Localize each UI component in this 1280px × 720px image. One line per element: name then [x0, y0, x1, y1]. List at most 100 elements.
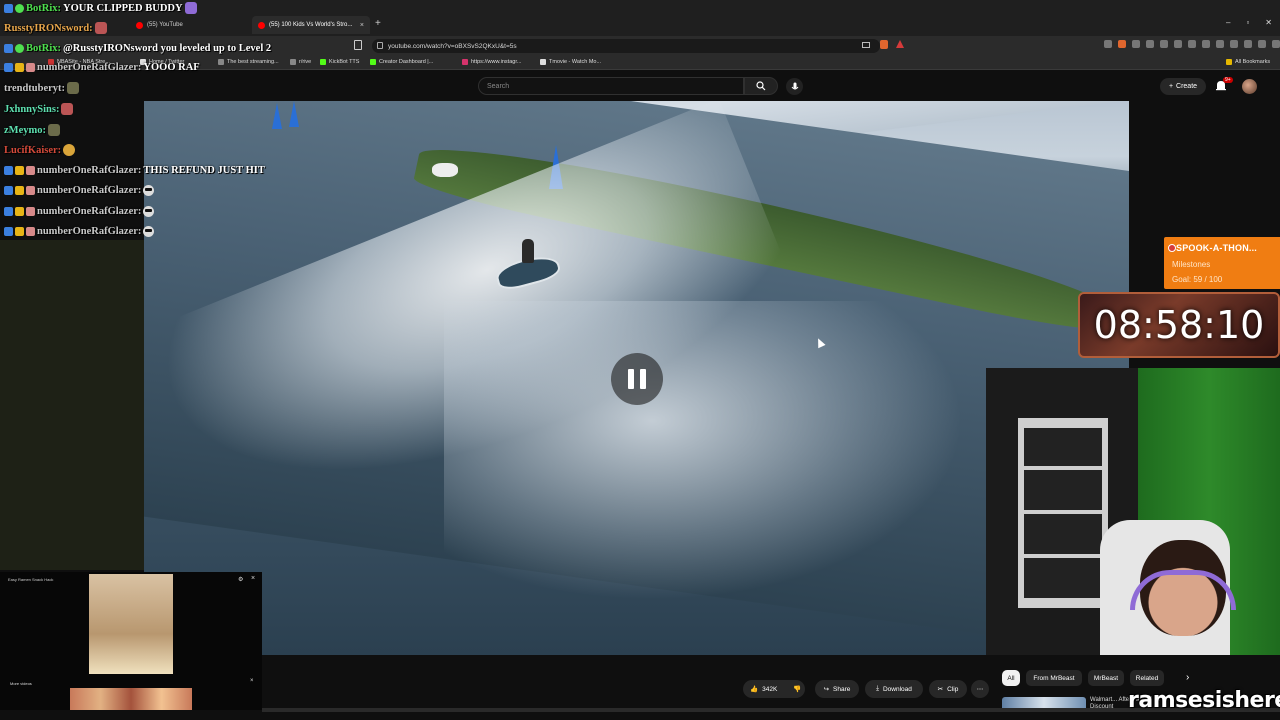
mini-player-close-icon[interactable]: × [251, 575, 255, 582]
extension-icon[interactable] [1188, 40, 1196, 48]
notification-count-badge: 9+ [1223, 77, 1233, 83]
boat [432, 163, 458, 177]
user-avatar-icon [26, 166, 35, 175]
mini-player-settings-icon[interactable]: ⚙ [238, 576, 243, 583]
rewards-icon[interactable] [896, 40, 904, 48]
maximize-icon[interactable]: ▫ [1246, 18, 1249, 27]
pause-button[interactable] [611, 353, 663, 405]
extension-icon[interactable] [1216, 40, 1224, 48]
extension-icon[interactable] [1104, 40, 1112, 48]
minimize-icon[interactable]: – [1226, 18, 1230, 27]
close-window-icon[interactable]: ✕ [1265, 18, 1272, 27]
extension-icon[interactable] [1132, 40, 1140, 48]
moderator-badge-icon [4, 63, 13, 72]
all-bookmarks[interactable]: All Bookmarks [1226, 59, 1270, 65]
new-tab-button[interactable]: + [375, 18, 381, 29]
plus-icon: + [1168, 83, 1174, 90]
bot-avatar-icon [15, 44, 24, 53]
pause-icon [640, 369, 646, 389]
skull-emoji-icon [143, 206, 155, 217]
chat-message: numberOneRafGlazer: [4, 226, 155, 237]
emote-icon [61, 103, 74, 115]
user-avatar-icon [26, 207, 35, 216]
video-wake [444, 301, 964, 601]
emote-icon [94, 22, 107, 34]
chips-next-icon[interactable]: › [1186, 672, 1189, 683]
skull-emoji-icon [143, 226, 155, 237]
brave-shield-icon[interactable] [880, 40, 888, 49]
chip-related[interactable]: Related [1130, 670, 1164, 686]
extension-icon[interactable] [1202, 40, 1210, 48]
emoji-icon [63, 144, 76, 156]
subscriber-badge-icon [15, 186, 24, 195]
more-dots-icon: ⋯ [976, 686, 984, 693]
chip-mrbeast[interactable]: MrBeast [1088, 670, 1124, 686]
clapper-emoji-icon [184, 2, 197, 14]
extension-icon[interactable] [1118, 40, 1126, 48]
bookmark-tmovie[interactable]: Tmovie - Watch Mo... [540, 59, 601, 65]
chat-message: trendtuberyt: [4, 82, 80, 94]
moderator-badge-icon [4, 44, 13, 53]
folder-icon [1226, 59, 1232, 65]
chat-message: BotRix: @RusstyIRONsword you leveled up … [4, 43, 271, 54]
search-button[interactable] [744, 77, 778, 95]
subscriber-badge-icon [15, 63, 24, 72]
download-button[interactable]: ⤓ Download [865, 680, 923, 698]
extensions-toolbar [1104, 40, 1280, 48]
mini-player-title: Easy Ramen Snack Hack [8, 577, 54, 582]
user-avatar-icon [26, 186, 35, 195]
subscriber-badge-icon [15, 207, 24, 216]
bookmark-favicon-icon [370, 59, 376, 65]
bot-avatar-icon [15, 3, 24, 13]
emote-icon [67, 82, 80, 94]
chat-message: numberOneRafGlazer: [4, 206, 155, 217]
more-videos-thumbnails[interactable] [70, 688, 192, 710]
url-field[interactable]: youtube.com/watch?v=oBXSvS2QKxU&t=5s [372, 39, 880, 53]
extension-icon[interactable] [1146, 40, 1154, 48]
subscriber-badge-icon [15, 227, 24, 236]
extension-icon[interactable] [1272, 40, 1280, 48]
chat-message: numberOneRafGlazer: YOOO RAF [4, 62, 200, 73]
user-avatar-icon [26, 63, 35, 72]
moderator-badge-icon [4, 166, 13, 175]
chat-message: BotRix: YOUR CLIPPED BUDDY [4, 2, 197, 14]
stream-chat-overlay: BotRix: YOUR CLIPPED BUDDY RusstyIRONswo… [0, 0, 330, 240]
chip-from-mrbeast[interactable]: From MrBeast [1026, 670, 1082, 686]
chat-message: JxhnnySins: [4, 103, 74, 115]
create-button[interactable]: + Create [1160, 78, 1206, 95]
moderator-badge-icon [4, 186, 13, 195]
voice-search-button[interactable] [786, 78, 803, 95]
shelf-cubbies [1024, 428, 1102, 598]
extension-icon[interactable] [1244, 40, 1252, 48]
extension-icon[interactable] [1230, 40, 1238, 48]
cast-icon[interactable] [862, 42, 870, 48]
subathon-title: SPOOK-A-THON... [1176, 243, 1257, 253]
window-controls: – ▫ ✕ [1226, 18, 1272, 27]
chip-all[interactable]: All [1002, 670, 1020, 686]
subathon-goal: Goal: 59 / 100 [1172, 275, 1223, 284]
clip-button[interactable]: ✂ Clip [929, 680, 967, 698]
kick-logo-icon [1168, 244, 1176, 252]
dislike-button[interactable]: 👎 [787, 680, 807, 698]
site-info-icon[interactable] [377, 42, 383, 49]
bookmark-page-icon[interactable] [354, 40, 362, 50]
chat-message: zMeymo: [4, 124, 60, 136]
close-tab-icon[interactable]: × [360, 22, 364, 29]
share-button[interactable]: ↪ Share [815, 680, 859, 698]
moderator-badge-icon [4, 207, 13, 216]
download-icon: ⤓ [876, 685, 879, 692]
more-videos-close-icon[interactable]: × [250, 678, 254, 684]
bookmark-creator-dashboard[interactable]: Creator Dashboard |... [370, 59, 433, 65]
extension-icon[interactable] [1258, 40, 1266, 48]
account-avatar[interactable] [1242, 79, 1257, 94]
more-actions-button[interactable]: ⋯ [971, 680, 989, 698]
search-icon [756, 81, 766, 91]
left-background [0, 240, 144, 570]
search-input[interactable]: Search [478, 77, 744, 95]
bookmark-instagram[interactable]: https://www.instagr... [462, 59, 521, 65]
chat-message: numberOneRafGlazer: [4, 185, 155, 196]
streamer-watermark: ramsesishere [1128, 688, 1280, 713]
extension-icon[interactable] [1160, 40, 1168, 48]
thumbs-down-icon: 👎 [792, 686, 802, 693]
extension-icon[interactable] [1174, 40, 1182, 48]
